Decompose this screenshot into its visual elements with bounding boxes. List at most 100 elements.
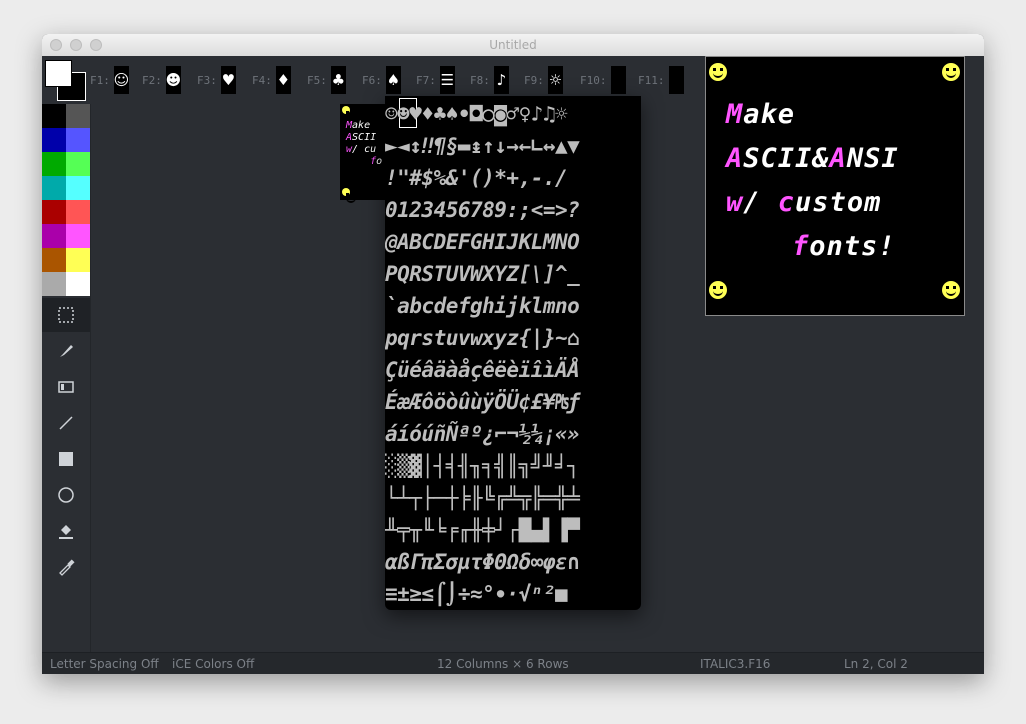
fkey-label: F4: [252,73,272,87]
palette-color-2[interactable] [42,128,66,152]
canvas-thumbnail: Make ASCII w/ cu fo [340,104,388,203]
fkey-3[interactable]: F3: ♥ [197,66,236,94]
charset-row[interactable]: 0123456789:;<=>? [385,194,641,226]
fkey-11[interactable]: F11: [638,66,684,94]
fkey-glyph[interactable]: ☼ [547,66,563,94]
palette-color-1[interactable] [66,104,90,128]
font-name-status[interactable]: ITALIC3.F16 [700,657,770,671]
selection-icon[interactable] [42,298,90,332]
rectangle-icon[interactable] [42,442,90,476]
fkey-label: F1: [90,73,110,87]
fkey-10[interactable]: F10: [580,66,626,94]
smiley-icon [342,106,356,121]
fkey-label: F11: [638,73,665,87]
charset-row[interactable]: ►◄↕‼¶§▬↨↑↓→←∟↔▲▼ [385,130,641,162]
palette-color-8[interactable] [42,200,66,224]
fkey-glyph[interactable] [668,66,684,94]
fkey-label: F8: [470,73,490,87]
palette-color-12[interactable] [42,248,66,272]
charset-row[interactable]: PQRSTUVWXYZ[\]^_ [385,258,641,290]
font-grid-status: 12 Columns × 6 Rows [437,657,569,671]
left-toolbar [42,104,91,652]
fkey-label: F7: [416,73,436,87]
fkey-label: F2: [142,73,162,87]
fkey-glyph[interactable]: ☺ [114,66,129,94]
fkey-4[interactable]: F4: ♦ [252,66,291,94]
window-title: Untitled [489,38,537,52]
charset-row[interactable]: αßΓπΣσµτΦΘΩδ∞φε∩ [385,546,641,578]
charset-row[interactable]: ÉæÆôöòûùÿÖÜ¢£¥₧ƒ [385,386,641,418]
half-block-icon[interactable] [42,370,90,404]
fkey-5[interactable]: F5: ♣ [307,66,346,94]
brush-icon[interactable] [42,334,90,368]
charset-row[interactable]: ÇüéâäàåçêëèïîìÄÅ [385,354,641,386]
app-window: Untitled F1: ☺ F2: ☻ F3: ♥ F4: ♦ F5: ♣ F6: ♠ F7: ☰ F8:… [42,34,984,674]
palette-color-7[interactable] [66,176,90,200]
charset-row[interactable]: !"#$%&'()*+,-./ [385,162,641,194]
thumbnail-text: Make ASCII w/ cu fo [346,120,383,167]
preview-line-4: fonts! [792,231,896,262]
charset-row[interactable]: @ABCDEFGHIJKLMNO [385,226,641,258]
palette-color-11[interactable] [66,224,90,248]
charset-row[interactable]: `abcdefghijklmno [385,290,641,322]
smiley-icon [942,63,960,81]
fkey-glyph[interactable]: ♣ [330,66,346,94]
fkey-glyph[interactable]: ♥ [220,66,236,94]
fkey-9[interactable]: F9: ☼ [524,66,563,94]
charset-row[interactable]: ☺☻♥♦♣♠•◘○◙♂♀♪♫☼ [385,98,641,130]
status-bar: Letter Spacing Off iCE Colors Off 12 Col… [42,652,984,674]
fkey-1[interactable]: F1: ☺ [90,66,129,94]
eyedropper-icon[interactable] [42,550,90,584]
title-bar: Untitled [42,34,984,57]
fkey-glyph[interactable] [610,66,626,94]
smiley-icon [709,63,727,81]
color-palette [42,104,90,296]
fill-icon[interactable] [42,514,90,548]
fkey-2[interactable]: F2: ☻ [142,66,181,94]
preview-panel: Make ASCII&ANSI w/ custom fonts! [685,56,984,652]
ice-colors-status[interactable]: iCE Colors Off [172,657,254,671]
fkey-8[interactable]: F8: ♪ [470,66,509,94]
fkey-glyph[interactable]: ☰ [439,66,455,94]
fkey-glyph[interactable]: ☻ [166,66,181,94]
fkey-label: F9: [524,73,544,87]
palette-color-4[interactable] [42,152,66,176]
palette-color-3[interactable] [66,128,90,152]
smiley-icon [942,281,960,299]
palette-color-9[interactable] [66,200,90,224]
fkey-label: F10: [580,73,607,87]
cursor-position-status: Ln 2, Col 2 [844,657,908,671]
charset-row[interactable]: áíóúñÑªº¿⌐¬½¼¡«» [385,418,641,450]
fkey-glyph[interactable]: ♪ [493,66,509,94]
fkey-label: F3: [197,73,217,87]
palette-color-10[interactable] [42,224,66,248]
palette-color-13[interactable] [66,248,90,272]
letter-spacing-status[interactable]: Letter Spacing Off [50,657,159,671]
palette-color-14[interactable] [42,272,66,296]
line-icon[interactable] [42,406,90,440]
smiley-icon [709,281,727,299]
charset-row[interactable]: ╨╤╥╙╘╒╓╫╪┘┌█▄▌▐▀ [385,514,641,546]
charset-row[interactable]: pqrstuvwxyz{|}~⌂ [385,322,641,354]
charset-row[interactable]: ≡±≥≤⌠⌡÷≈°∙·√ⁿ²■ [385,578,641,610]
ellipse-icon[interactable] [42,478,90,512]
foreground-color-swatch[interactable] [45,60,72,87]
fkey-6[interactable]: F6: ♠ [362,66,401,94]
palette-color-6[interactable] [42,176,66,200]
palette-color-15[interactable] [66,272,90,296]
character-set-panel[interactable]: ☺☻♥♦♣♠•◘○◙♂♀♪♫☼ ►◄↕‼¶§▬↨↑↓→←∟↔▲▼ !"#$%&'(… [385,96,641,610]
fkey-glyph[interactable]: ♠ [385,66,401,94]
smiley-icon [342,188,356,203]
fkey-glyph[interactable]: ♦ [275,66,291,94]
fkey-label: F5: [307,73,327,87]
fkey-label: F6: [362,73,382,87]
preview-line-1: Make [726,99,796,130]
palette-color-0[interactable] [42,104,66,128]
charset-row[interactable]: ░▒▓│┤╡╢╖╕╣║╗╝╜╛┐ [385,450,641,482]
preview-line-3: w/ custom [726,187,882,218]
charset-row[interactable]: └┴┬├─┼╞╟╚╔╩╦╠═╬╧ [385,482,641,514]
preview-canvas[interactable]: Make ASCII&ANSI w/ custom fonts! [705,56,965,316]
fkey-7[interactable]: F7: ☰ [416,66,455,94]
palette-color-5[interactable] [66,152,90,176]
preview-line-2: ASCII&ANSI [726,143,899,174]
